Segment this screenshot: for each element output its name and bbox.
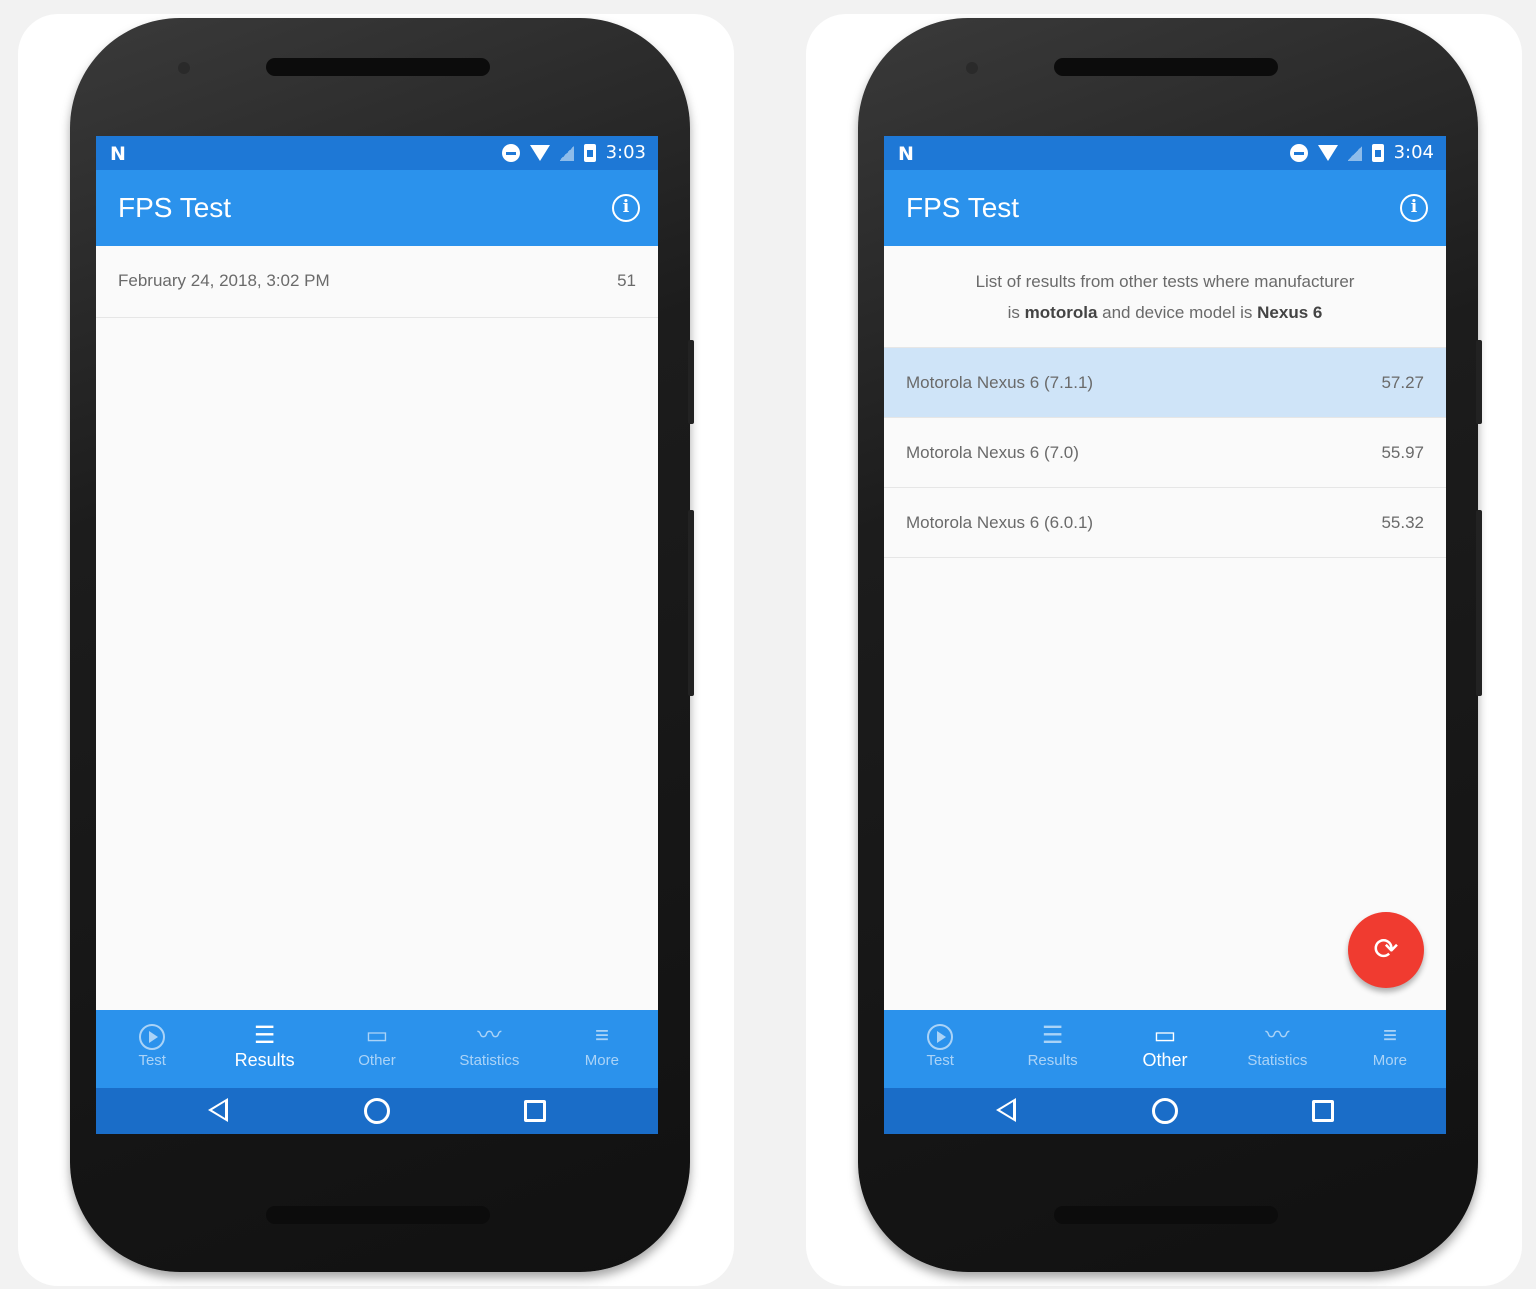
power-button — [688, 340, 694, 424]
results-list: February 24, 2018, 3:02 PM 51 — [96, 246, 658, 318]
volume-button — [1476, 510, 1482, 696]
menu-icon: ≡ — [1382, 1022, 1397, 1049]
notification-logo: N — [898, 143, 914, 165]
recent-apps-icon[interactable] — [524, 1100, 546, 1122]
devices-icon: ▭ — [1153, 1022, 1177, 1049]
back-icon[interactable] — [996, 1098, 1016, 1122]
refresh-icon: ⟳ — [1373, 933, 1399, 966]
list-item[interactable]: Motorola Nexus 6 (7.1.1) 57.27 — [884, 348, 1446, 418]
tab-results[interactable]: ☰ Results — [208, 1010, 320, 1088]
app-title: FPS Test — [906, 192, 1020, 223]
tab-results[interactable]: ☰ Results — [996, 1010, 1108, 1088]
list-item[interactable]: February 24, 2018, 3:02 PM 51 — [96, 246, 658, 318]
tab-more[interactable]: ≡ More — [546, 1010, 658, 1088]
refresh-button[interactable]: ⟳ — [1348, 912, 1424, 988]
left-phone: N 3:03 FPS Test i February 24, 2018, 3:0… — [70, 18, 690, 1272]
right-screen: N 3:04 FPS Test i List of results from o… — [884, 136, 1446, 1134]
bottom-speaker — [1054, 1206, 1278, 1224]
manufacturer-name: motorola — [1024, 303, 1098, 322]
tab-label: More — [1372, 1052, 1407, 1069]
system-navigation — [884, 1088, 1446, 1134]
tab-label: Results — [234, 1050, 295, 1070]
status-time: 3:04 — [1393, 142, 1434, 163]
tab-more[interactable]: ≡ More — [1334, 1010, 1446, 1088]
tab-label: Test — [138, 1052, 166, 1069]
battery-icon — [1371, 143, 1384, 162]
volume-button — [688, 510, 694, 696]
result-value: 55.32 — [1381, 513, 1424, 532]
signal-icon — [559, 144, 574, 161]
result-value: 51 — [617, 271, 636, 290]
app-bar: FPS Test i — [884, 170, 1446, 246]
home-icon[interactable] — [1152, 1098, 1178, 1124]
description-line-2: is motorola and device model is Nexus 6 — [1007, 303, 1323, 322]
tab-other[interactable]: ▭ Other — [321, 1010, 433, 1088]
recent-apps-icon[interactable] — [1312, 1100, 1334, 1122]
bottom-navigation: Test ☰ Results ▭ Other 〰 Statistics ≡ Mo… — [96, 1010, 658, 1088]
tab-label: Other — [1142, 1050, 1188, 1070]
list-icon: ☰ — [253, 1022, 276, 1049]
camera — [178, 62, 190, 74]
top-speaker — [1054, 58, 1278, 76]
tab-test[interactable]: Test — [96, 1010, 208, 1088]
result-value: 57.27 — [1381, 373, 1424, 392]
status-bar: N 3:04 — [884, 136, 1446, 170]
tab-statistics[interactable]: 〰 Statistics — [433, 1010, 545, 1088]
home-icon[interactable] — [364, 1098, 390, 1124]
app-bar: FPS Test i — [96, 170, 658, 246]
tab-other[interactable]: ▭ Other — [1109, 1010, 1221, 1088]
info-icon[interactable]: i — [1400, 194, 1428, 222]
app-title: FPS Test — [118, 192, 232, 223]
tab-statistics[interactable]: 〰 Statistics — [1221, 1010, 1333, 1088]
system-navigation — [96, 1088, 658, 1134]
tab-label: Statistics — [459, 1052, 520, 1069]
notification-logo: N — [110, 143, 126, 165]
top-speaker — [266, 58, 490, 76]
tab-label: Results — [1027, 1052, 1078, 1069]
play-circle-icon — [96, 1022, 208, 1050]
bottom-navigation: Test ☰ Results ▭ Other 〰 Statistics ≡ Mo… — [884, 1010, 1446, 1088]
devices-icon: ▭ — [365, 1022, 389, 1049]
status-icons: 3:03 — [501, 142, 646, 163]
status-icons: 3:04 — [1289, 142, 1434, 163]
trending-icon: 〰 — [477, 1022, 502, 1049]
status-bar: N 3:03 — [96, 136, 658, 170]
wifi-icon — [529, 144, 550, 161]
camera — [966, 62, 978, 74]
tab-label: More — [584, 1052, 619, 1069]
left-screen: N 3:03 FPS Test i February 24, 2018, 3:0… — [96, 136, 658, 1134]
bottom-speaker — [266, 1206, 490, 1224]
trending-icon: 〰 — [1265, 1022, 1290, 1049]
signal-icon — [1347, 144, 1362, 161]
result-label: Motorola Nexus 6 (7.1.1) — [906, 373, 1094, 392]
other-results-list: List of results from other tests where m… — [884, 246, 1446, 558]
result-value: 55.97 — [1381, 443, 1424, 462]
tab-label: Statistics — [1247, 1052, 1308, 1069]
battery-icon — [583, 143, 596, 162]
tab-test[interactable]: Test — [884, 1010, 996, 1088]
results-description: List of results from other tests where m… — [884, 246, 1446, 348]
back-icon[interactable] — [208, 1098, 228, 1122]
do-not-disturb-icon — [501, 143, 520, 162]
device-model-name: Nexus 6 — [1257, 303, 1323, 322]
result-label: Motorola Nexus 6 (7.0) — [906, 443, 1079, 462]
list-item[interactable]: Motorola Nexus 6 (7.0) 55.97 — [884, 418, 1446, 488]
power-button — [1476, 340, 1482, 424]
info-icon[interactable]: i — [612, 194, 640, 222]
do-not-disturb-icon — [1289, 143, 1308, 162]
result-label: February 24, 2018, 3:02 PM — [118, 271, 330, 290]
list-icon: ☰ — [1041, 1022, 1064, 1049]
right-phone: N 3:04 FPS Test i List of results from o… — [858, 18, 1478, 1272]
list-item[interactable]: Motorola Nexus 6 (6.0.1) 55.32 — [884, 488, 1446, 558]
wifi-icon — [1317, 144, 1338, 161]
status-time: 3:03 — [605, 142, 646, 163]
play-circle-icon — [884, 1022, 996, 1050]
tab-label: Test — [926, 1052, 954, 1069]
menu-icon: ≡ — [594, 1022, 609, 1049]
tab-label: Other — [358, 1052, 396, 1069]
description-line-1: List of results from other tests where m… — [975, 272, 1355, 291]
result-label: Motorola Nexus 6 (6.0.1) — [906, 513, 1094, 532]
